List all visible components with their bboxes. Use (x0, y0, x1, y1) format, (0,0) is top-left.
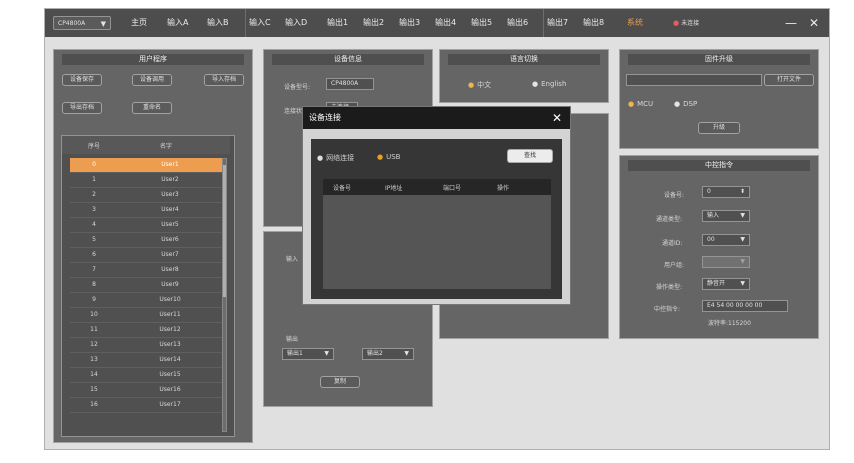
dialog-close-button[interactable]: ✕ (552, 107, 562, 129)
dialog-body: ● 网络连接 ● USB 查找 设备号 IP地址 端口号 操作 (311, 139, 562, 299)
device-grid-header: 设备号 IP地址 端口号 操作 (323, 179, 551, 195)
radio-selected-icon: ● (377, 153, 384, 161)
device-grid-body (323, 195, 551, 289)
mode-option-label: 网络连接 (326, 154, 355, 162)
dialog-title-bar: 设备连接 ✕ (303, 107, 570, 129)
dialog-title: 设备连接 (309, 113, 341, 122)
grid-col-device-no: 设备号 (333, 185, 352, 192)
search-button[interactable]: 查找 (507, 149, 553, 163)
radio-unselected-icon: ● (317, 154, 324, 162)
device-connect-dialog: 设备连接 ✕ ● 网络连接 ● USB 查找 设备号 IP地址 端口号 操作 (302, 106, 571, 305)
mode-option-network[interactable]: ● 网络连接 (317, 153, 354, 163)
mode-option-label: USB (386, 153, 401, 161)
grid-col-action: 操作 (497, 185, 510, 192)
grid-col-port: 端口号 (443, 185, 462, 192)
mode-option-usb[interactable]: ● USB (377, 153, 400, 161)
grid-col-ip: IP地址 (385, 185, 403, 192)
